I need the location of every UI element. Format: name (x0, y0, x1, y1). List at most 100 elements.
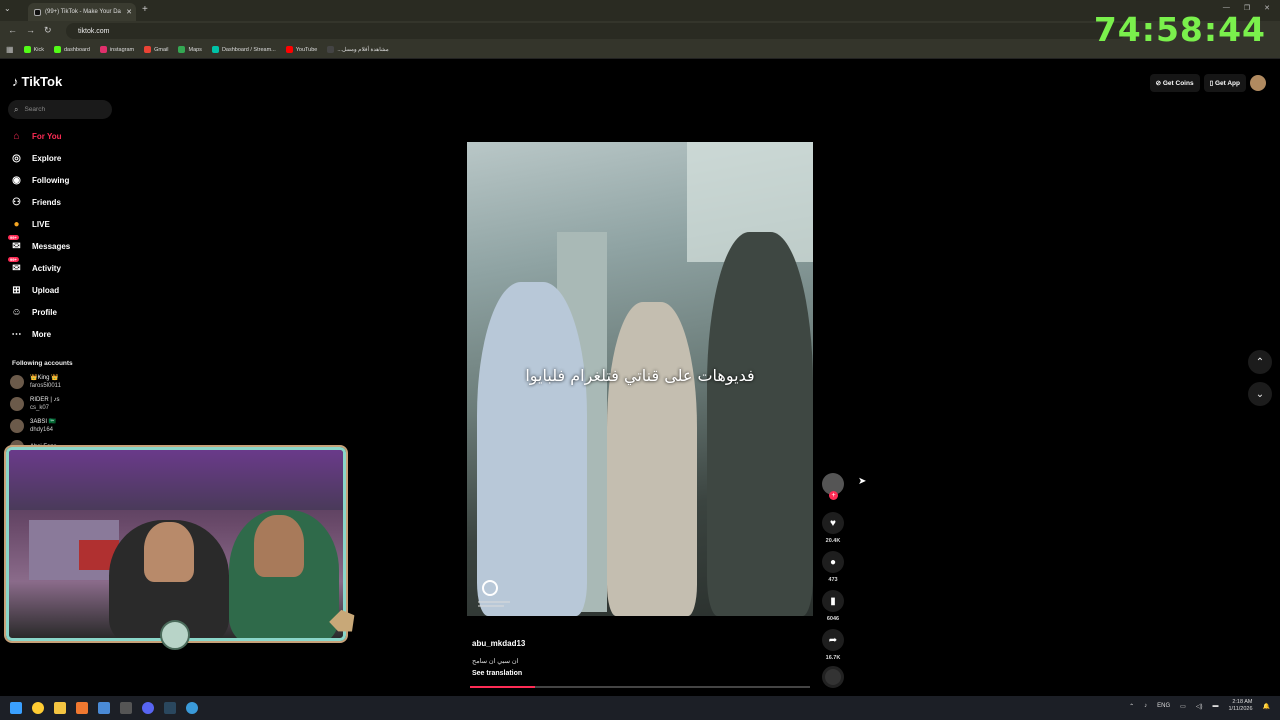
user-avatar[interactable] (1250, 75, 1266, 91)
video-person-right (707, 232, 813, 616)
notification-badge: 99+ (8, 256, 19, 262)
volume-icon[interactable]: ◁) (1196, 703, 1203, 710)
tab-title: (99+) TikTok - Make Your Da (45, 9, 121, 15)
file-explorer-icon[interactable] (54, 702, 66, 714)
friends-icon: ⚇ (12, 196, 21, 208)
bookmark-favicon-icon (23, 46, 31, 53)
mic-icon[interactable]: ♪ (1144, 703, 1147, 709)
store-icon[interactable] (98, 702, 110, 714)
new-tab-button[interactable]: + (142, 4, 148, 15)
share-icon[interactable]: ➦ (822, 629, 844, 651)
logo-text: TikTok (21, 74, 63, 89)
notification-icon[interactable]: 🔔 (1263, 703, 1270, 710)
nav-item-label: Profile (32, 307, 57, 317)
save-count: 6046 (826, 616, 840, 622)
battery-icon[interactable]: ▬ (1212, 703, 1218, 709)
see-translation-link[interactable]: See translation (472, 670, 522, 677)
bookmark-item[interactable]: ...مشاهدة أفلام ومسل (327, 46, 389, 53)
steam-icon[interactable] (164, 702, 176, 714)
following-account[interactable]: 3ABSI 🇸🇦 dhdy164 (10, 418, 56, 434)
url-field[interactable]: tiktok.com (66, 23, 1126, 39)
compass-icon: ◎ (12, 152, 21, 164)
mouse-cursor-icon: ➤ (858, 476, 867, 487)
bookmarks-bar: ▦ Kick dashboard instagram Gmail Maps Dashboa… (0, 41, 1280, 59)
share-action[interactable]: ➦ 16.7K (822, 629, 844, 661)
nav-item-profile[interactable]: ☺ Profile (10, 305, 57, 319)
network-icon[interactable]: ▭ (1180, 703, 1186, 710)
top-right-actions: ⊘ Get Coins ▯ Get App (1149, 74, 1266, 92)
home-icon: ⌂ (13, 130, 20, 142)
bookmark-item[interactable]: Kick (23, 46, 44, 53)
bookmark-icon[interactable]: ▮ (822, 590, 844, 612)
profile-icon: ☺ (11, 306, 22, 318)
get-coins-button[interactable]: ⊘ Get Coins (1149, 74, 1200, 92)
bookmark-item[interactable]: YouTube (285, 46, 317, 53)
account-handle: cs_k07 (30, 405, 50, 411)
windows-start-icon[interactable] (10, 702, 22, 714)
nav-item-activity[interactable]: ✉ 99+ Activity (8, 256, 61, 275)
bookmark-item[interactable]: Dashboard / Stream... (211, 46, 276, 53)
follow-plus-icon[interactable]: + (829, 491, 838, 500)
bookmark-label: Maps (188, 46, 202, 53)
comment-icon[interactable]: ● (822, 551, 844, 573)
previous-video-button[interactable]: ⌃ (1248, 350, 1272, 374)
chrome-icon[interactable] (32, 702, 44, 714)
heart-icon[interactable]: ♥ (822, 512, 844, 534)
save-action[interactable]: ▮ 6046 (822, 590, 844, 622)
bookmark-item[interactable]: Maps (178, 46, 202, 53)
browser-tab[interactable]: (99+) TikTok - Make Your Da ✕ (28, 3, 136, 21)
bookmark-favicon-icon (327, 46, 335, 53)
forward-icon[interactable]: → (26, 25, 35, 35)
nav-item-friends[interactable]: ⚇ Friends (10, 195, 61, 209)
bookmark-item[interactable]: dashboard (53, 46, 90, 53)
following-account[interactable]: RIDER | ♪s cs_k07 (10, 396, 60, 412)
account-handle: dhdy164 (30, 427, 54, 433)
nav-item-more[interactable]: ⋯ More (10, 327, 52, 341)
account-avatar (10, 419, 24, 433)
following-accounts-title: Following accounts (12, 360, 73, 367)
video-caption-overlay: فديوهات على قناتي فتلغرام فلبايوا (525, 366, 755, 385)
search-input[interactable]: ⌕ Search (8, 100, 112, 119)
nav-item-messages[interactable]: ✉ 99+ Messages (8, 234, 71, 253)
nav-item-label: More (32, 329, 52, 339)
bookmark-item[interactable]: instagram (99, 46, 134, 53)
close-tab-icon[interactable]: ✕ (126, 8, 132, 16)
clock[interactable]: 2:18 AM 1/11/2026 (1228, 699, 1252, 713)
bookmark-favicon-icon (178, 46, 186, 53)
tray-chevron-icon[interactable]: ⌃ (1129, 703, 1134, 710)
nav-item-following[interactable]: ◉ Following (10, 173, 69, 187)
tab-search-icon[interactable]: ⌄ (4, 4, 11, 13)
get-app-button[interactable]: ▯ Get App (1203, 74, 1246, 92)
comment-action[interactable]: ● 473 (822, 551, 844, 583)
system-tray: ⌃ ♪ ENG ▭ ◁) ▬ 2:18 AM 1/11/2026 🔔 (1129, 699, 1270, 713)
bookmark-item[interactable]: Gmail (144, 46, 168, 53)
discord-icon[interactable] (142, 702, 154, 714)
video-author[interactable]: abu_mkdad13 (472, 639, 525, 648)
apps-grid-icon[interactable]: ▦ (6, 45, 14, 54)
chevron-up-icon: ⌃ (1255, 356, 1265, 368)
nav-item-for-you[interactable]: ⌂ For You (10, 129, 61, 143)
music-disc-icon[interactable] (822, 666, 844, 688)
nav-item-label: Messages (32, 241, 71, 251)
nav-item-upload[interactable]: ⊞ Upload (10, 283, 59, 297)
back-icon[interactable]: ← (8, 25, 17, 35)
activity-icon: ✉ 99+ (8, 256, 21, 274)
comment-count: 473 (828, 577, 838, 583)
notification-badge: 99+ (8, 234, 19, 240)
nav-item-explore[interactable]: ◎ Explore (10, 151, 61, 165)
following-account[interactable]: 👑King 👑 faros5l0011 (10, 374, 61, 390)
nav-item-live[interactable]: ● LIVE (10, 217, 49, 231)
stream-timer: 74:58:44 (1093, 10, 1266, 49)
like-action[interactable]: ♥ 20.4K (822, 512, 844, 544)
account-name: RIDER | ♪s (30, 397, 60, 403)
language-indicator[interactable]: ENG (1157, 703, 1170, 709)
account-avatar (10, 397, 24, 411)
app3-icon[interactable] (186, 702, 198, 714)
next-video-button[interactable]: ⌄ (1248, 382, 1272, 406)
bookmark-label: Gmail (154, 46, 169, 53)
reload-icon[interactable]: ↻ (44, 25, 52, 36)
app2-icon[interactable] (120, 702, 132, 714)
tiktok-note-icon: ♪ (12, 74, 19, 89)
app-icon[interactable] (76, 702, 88, 714)
tiktok-logo[interactable]: ♪ TikTok (12, 74, 62, 89)
